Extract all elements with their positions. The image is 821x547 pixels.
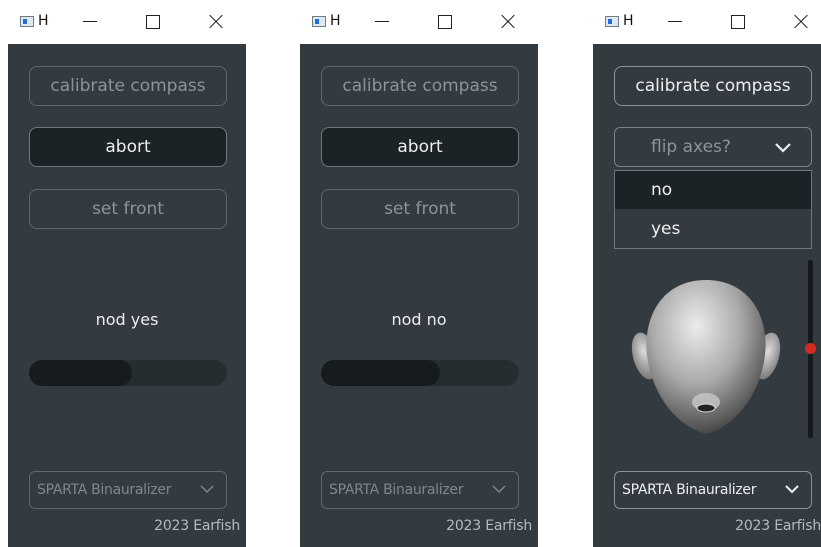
plugin-select[interactable]: SPARTA Binauralizer	[321, 471, 519, 509]
app-window-icon	[20, 16, 34, 27]
app-window-icon	[605, 16, 619, 27]
plugin-window-2: H calibrate compass abort set front nod …	[300, 0, 538, 547]
progress-fill	[321, 360, 440, 386]
slider-thumb[interactable]	[805, 343, 816, 354]
set-front-button[interactable]: set front	[321, 189, 519, 229]
flip-axes-label: flip axes?	[651, 137, 731, 157]
menu-item-yes[interactable]: yes	[615, 210, 811, 248]
progress-bar	[321, 360, 519, 386]
plugin-select[interactable]: SPARTA Binauralizer	[614, 471, 812, 509]
chevron-down-icon	[492, 485, 506, 494]
chevron-down-icon	[785, 485, 799, 494]
close-icon[interactable]	[496, 10, 520, 34]
close-icon[interactable]	[789, 10, 813, 34]
minimize-icon[interactable]	[78, 10, 102, 34]
title-bar: H	[300, 0, 538, 44]
head-model-icon	[631, 280, 781, 434]
window-title: H	[38, 13, 49, 29]
credit-text: 2023 Earfish	[446, 518, 532, 534]
credit-text: 2023 Earfish	[735, 518, 821, 534]
progress-bar	[29, 360, 227, 386]
minimize-icon[interactable]	[663, 10, 687, 34]
progress-fill	[29, 360, 132, 386]
flip-axes-select[interactable]: flip axes?	[614, 127, 812, 167]
maximize-icon[interactable]	[726, 10, 750, 34]
close-icon[interactable]	[204, 10, 228, 34]
plugin-select[interactable]: SPARTA Binauralizer	[29, 471, 227, 509]
plugin-window-1: H calibrate compass abort set front nod …	[8, 0, 246, 547]
plugin-window-3: H calibrate compass flip axes? no yes SP…	[593, 0, 821, 547]
set-front-button[interactable]: set front	[29, 189, 227, 229]
calibrate-compass-button[interactable]: calibrate compass	[321, 66, 519, 106]
abort-button[interactable]: abort	[29, 127, 227, 167]
calibrate-compass-button[interactable]: calibrate compass	[29, 66, 227, 106]
maximize-icon[interactable]	[433, 10, 457, 34]
window-title: H	[623, 13, 634, 29]
plugin-select-label: SPARTA Binauralizer	[37, 482, 172, 498]
menu-item-no[interactable]: no	[615, 171, 811, 209]
plugin-select-label: SPARTA Binauralizer	[622, 482, 757, 498]
window-title: H	[330, 13, 341, 29]
maximize-icon[interactable]	[141, 10, 165, 34]
minimize-icon[interactable]	[370, 10, 394, 34]
title-bar: H	[8, 0, 246, 44]
chevron-down-icon	[775, 143, 791, 153]
plugin-select-label: SPARTA Binauralizer	[329, 482, 464, 498]
calibrate-compass-button[interactable]: calibrate compass	[614, 66, 812, 106]
flip-axes-menu: no yes	[614, 170, 812, 249]
abort-button[interactable]: abort	[321, 127, 519, 167]
gesture-status: nod yes	[95, 310, 159, 329]
chevron-down-icon	[200, 485, 214, 494]
credit-text: 2023 Earfish	[154, 518, 240, 534]
app-window-icon	[312, 16, 326, 27]
title-bar: H	[593, 0, 821, 44]
gesture-status: nod no	[391, 310, 447, 329]
